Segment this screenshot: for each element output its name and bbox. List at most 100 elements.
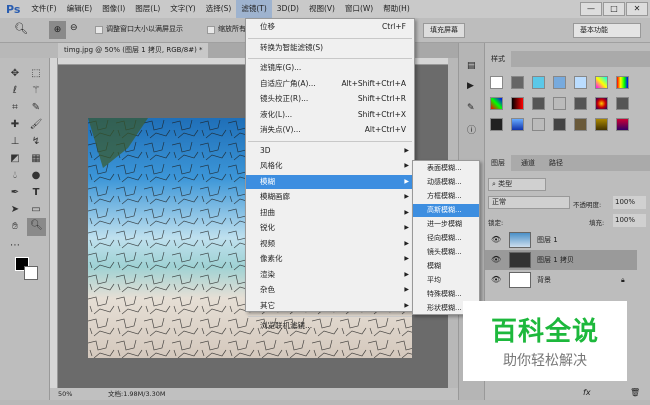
healing-brush-tool-icon[interactable]: ✚ <box>7 117 23 133</box>
submenu-item[interactable]: 模糊 <box>413 260 479 273</box>
submenu-item[interactable]: 进一步模糊 <box>413 218 479 231</box>
style-swatch[interactable] <box>532 118 545 131</box>
style-swatch[interactable] <box>595 97 608 110</box>
crop-tool-icon[interactable]: ⌗ <box>7 100 23 116</box>
menu-item-submenu[interactable]: 锐化 ▶ <box>246 221 414 235</box>
gradient-tool-icon[interactable]: ▦ <box>28 151 44 167</box>
type-tool-icon[interactable]: T <box>28 185 44 201</box>
menu-view[interactable]: 视图(V) <box>304 0 340 18</box>
style-swatch[interactable] <box>616 76 629 89</box>
menu-item-filter[interactable]: 消失点(V)... Alt+Ctrl+V <box>246 123 414 137</box>
style-swatch[interactable] <box>553 118 566 131</box>
zoom-tool-preset-icon[interactable]: 🔍︎ <box>14 22 28 35</box>
submenu-item[interactable]: 径向模糊... <box>413 232 479 245</box>
zoom-all-checkbox[interactable] <box>207 26 215 34</box>
fill-screen-button[interactable]: 填充屏幕 <box>423 23 465 38</box>
style-swatch[interactable] <box>574 97 587 110</box>
menu-item-convert-smart-filter[interactable]: 转换为智能滤镜(S) <box>246 41 414 55</box>
eyedropper-tool-icon[interactable]: ✎ <box>28 100 44 116</box>
lasso-tool-icon[interactable]: ℓ <box>7 83 23 99</box>
style-swatch[interactable] <box>616 97 629 110</box>
style-swatch[interactable] <box>490 118 503 131</box>
style-swatch[interactable] <box>574 118 587 131</box>
menu-item-blur[interactable]: 模糊 ▶ <box>246 174 414 189</box>
menu-item-submenu[interactable]: 扭曲 ▶ <box>246 206 414 220</box>
tab-channels[interactable]: 通道 <box>515 155 541 171</box>
menu-item-offset[interactable]: 位移 Ctrl+F <box>246 20 414 34</box>
style-swatch[interactable] <box>553 76 566 89</box>
marquee-tool-icon[interactable]: ⬚ <box>28 66 44 82</box>
close-button[interactable]: ✕ <box>626 2 648 16</box>
history-icon[interactable]: ▤ <box>467 61 476 71</box>
zoom-tool-icon[interactable]: 🔍︎ <box>27 218 46 236</box>
play-action-icon[interactable]: ▶ <box>467 81 474 91</box>
style-swatch[interactable] <box>490 76 503 89</box>
submenu-item[interactable]: 动感模糊... <box>413 176 479 189</box>
style-swatch[interactable] <box>616 118 629 131</box>
blend-mode-select[interactable]: 正常 <box>488 196 570 209</box>
menu-layer[interactable]: 图层(L) <box>130 0 165 18</box>
menu-item-filter[interactable]: 自适应广角(A)... Alt+Shift+Ctrl+A <box>246 77 414 91</box>
fill-field[interactable]: 100% <box>613 214 646 227</box>
blur-tool-icon[interactable]: 💧︎ <box>7 168 23 184</box>
menu-item-submenu[interactable]: 视频 ▶ <box>246 237 414 251</box>
brush-panel-icon[interactable]: ✎ <box>467 103 475 113</box>
magic-wand-tool-icon[interactable]: ⚚ <box>28 83 44 99</box>
layer-row-selected[interactable]: 👁︎ 图层 1 拷贝 <box>485 250 637 270</box>
zoom-in-icon[interactable]: ⊕ <box>49 21 66 39</box>
style-swatch[interactable] <box>595 118 608 131</box>
submenu-item[interactable]: 平均 <box>413 274 479 287</box>
hand-tool-icon[interactable]: ✋︎ <box>7 219 23 235</box>
rectangle-tool-icon[interactable]: ▭ <box>28 202 44 218</box>
menu-item-submenu[interactable]: 渲染 ▶ <box>246 268 414 282</box>
resize-windows-checkbox[interactable] <box>95 26 103 34</box>
path-selection-tool-icon[interactable]: ➤ <box>7 202 23 218</box>
menu-item-filter[interactable]: 镜头校正(R)... Shift+Ctrl+R <box>246 92 414 106</box>
zoom-out-icon[interactable]: ⊖ <box>70 23 78 33</box>
submenu-item[interactable]: 镜头模糊... <box>413 246 479 259</box>
document-tab[interactable]: timg.jpg @ 50% (图层 1 拷贝, RGB/8#) * × <box>58 43 208 69</box>
submenu-item[interactable]: 方框模糊... <box>413 190 479 203</box>
clone-stamp-tool-icon[interactable]: ⊥ <box>7 134 23 150</box>
menu-type[interactable]: 文字(Y) <box>165 0 200 18</box>
menu-item-submenu[interactable]: 其它 ▶ <box>246 299 414 313</box>
background-color-swatch[interactable] <box>24 266 38 280</box>
fx-icon[interactable]: fx <box>583 388 591 397</box>
history-brush-tool-icon[interactable]: ↯ <box>28 134 44 150</box>
brush-tool-icon[interactable]: 🖌︎ <box>28 117 44 133</box>
minimize-button[interactable]: — <box>580 2 602 16</box>
menu-item-submenu[interactable]: 3D ▶ <box>246 144 414 158</box>
menu-item-submenu[interactable]: 模糊画廊 ▶ <box>246 190 414 204</box>
style-swatch[interactable] <box>553 97 566 110</box>
style-swatch[interactable] <box>595 76 608 89</box>
layer-filter-select[interactable]: ⌕ 类型 <box>488 178 546 191</box>
menu-3d[interactable]: 3D(D) <box>272 0 304 18</box>
eye-icon[interactable]: 👁︎ <box>491 250 501 270</box>
opacity-field[interactable]: 100% <box>613 196 646 209</box>
more-tools-icon[interactable]: ⋯ <box>7 238 23 254</box>
menu-item-filter[interactable]: 液化(L)... Shift+Ctrl+X <box>246 108 414 122</box>
delete-layer-icon[interactable]: 🗑︎ <box>630 388 640 397</box>
move-tool-icon[interactable]: ✥ <box>7 66 23 82</box>
menu-select[interactable]: 选择(S) <box>201 0 237 18</box>
workspace-select[interactable]: 基本功能 <box>573 23 641 38</box>
menu-item-filter[interactable]: 滤镜库(G)... <box>246 61 414 75</box>
maximize-button[interactable]: □ <box>603 2 625 16</box>
dodge-tool-icon[interactable]: ● <box>28 168 44 184</box>
info-icon[interactable]: ⓘ <box>467 123 476 136</box>
style-swatch[interactable] <box>490 97 503 110</box>
eye-icon[interactable]: 👁︎ <box>491 230 501 250</box>
menu-item-gaussian-blur[interactable]: 高斯模糊... <box>413 204 479 218</box>
style-swatch[interactable] <box>511 97 524 110</box>
style-swatch[interactable] <box>532 76 545 89</box>
style-swatch[interactable] <box>511 118 524 131</box>
menu-item-submenu[interactable]: 风格化 ▶ <box>246 159 414 173</box>
eraser-tool-icon[interactable]: ◩ <box>7 151 23 167</box>
submenu-item[interactable]: 表面模糊... <box>413 162 479 175</box>
menu-item-browse-online[interactable]: 浏览联机滤镜... <box>246 319 414 333</box>
eye-icon[interactable]: 👁︎ <box>491 270 501 290</box>
submenu-item[interactable]: 特殊模糊... <box>413 288 479 301</box>
style-swatch[interactable] <box>511 76 524 89</box>
menu-item-submenu[interactable]: 杂色 ▶ <box>246 283 414 297</box>
menu-item-submenu[interactable]: 像素化 ▶ <box>246 252 414 266</box>
